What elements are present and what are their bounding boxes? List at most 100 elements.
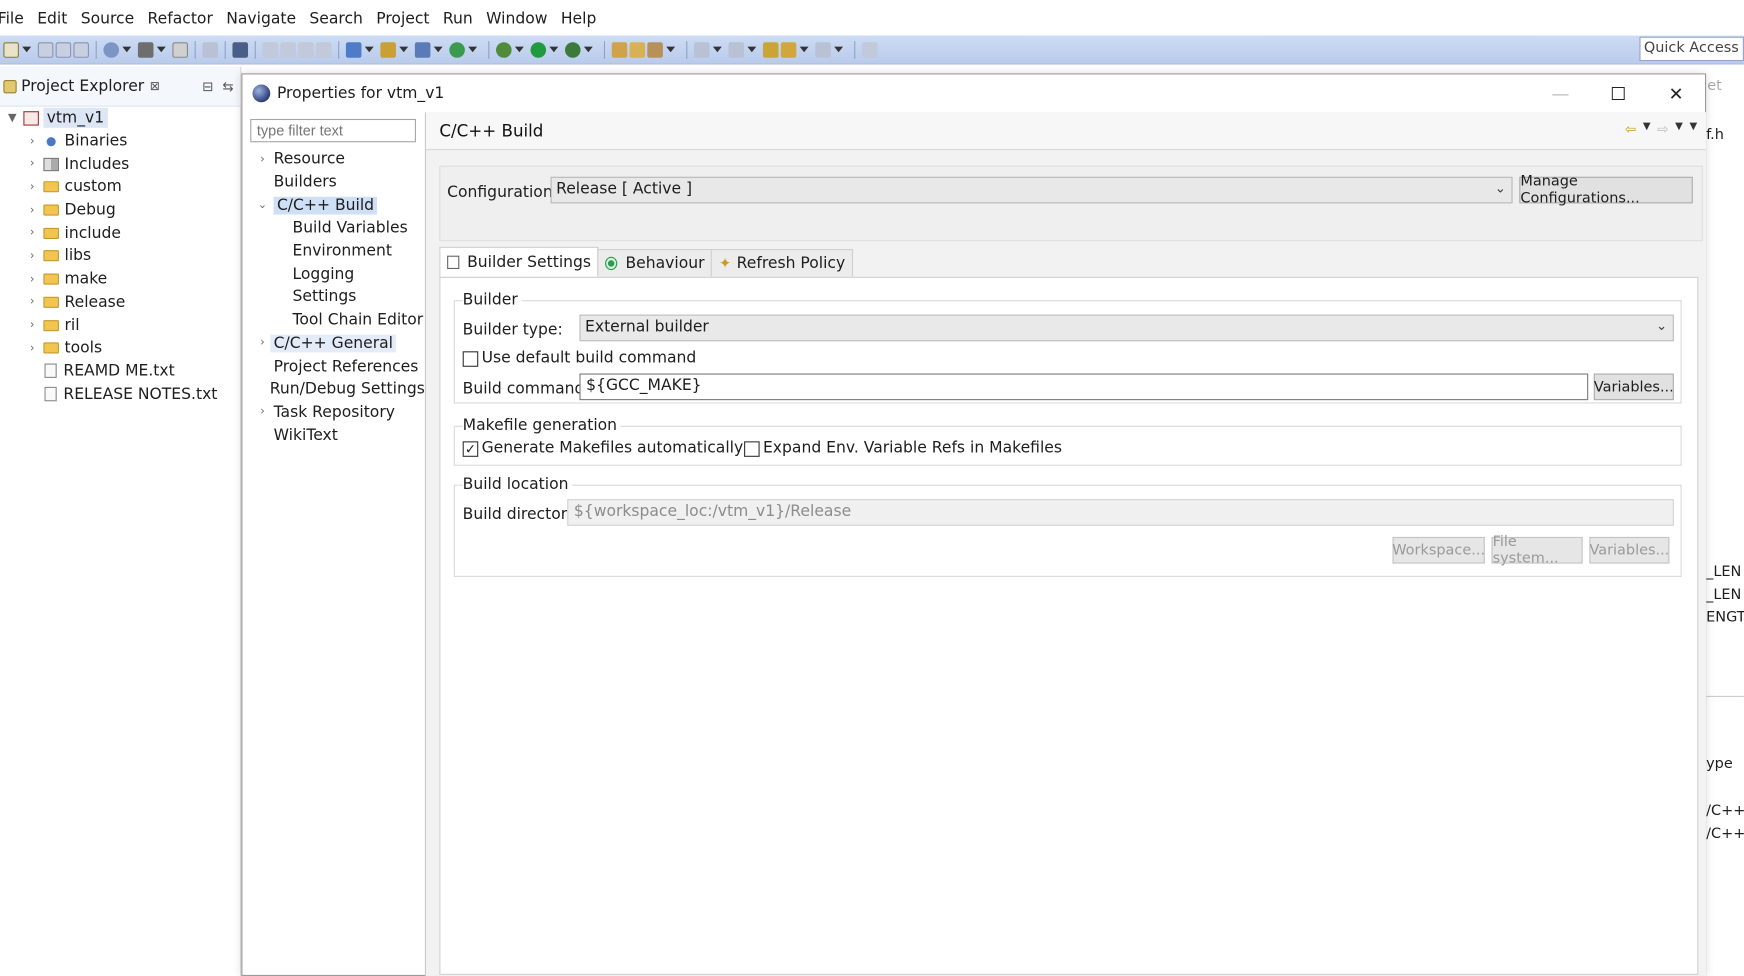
- quick-access-input[interactable]: Quick Access: [1639, 36, 1744, 62]
- new-c-project-dropdown-icon[interactable]: [364, 46, 374, 53]
- binary-icon[interactable]: [172, 41, 188, 58]
- tab-refresh-policy[interactable]: ✦ Refresh Policy: [711, 248, 853, 277]
- save-icon[interactable]: [37, 41, 54, 58]
- new-class-icon[interactable]: [414, 41, 431, 58]
- menu-help[interactable]: Help: [554, 0, 603, 36]
- collapsed-chevron-icon[interactable]: ›: [255, 406, 271, 418]
- collapsed-chevron-icon[interactable]: ›: [24, 250, 40, 262]
- debug-icon[interactable]: [496, 41, 512, 58]
- menu-window[interactable]: Window: [479, 0, 554, 36]
- view-menu-icon[interactable]: ▼: [1690, 121, 1698, 137]
- save-all-icon[interactable]: [55, 41, 72, 58]
- collapsed-chevron-icon[interactable]: ›: [24, 227, 40, 239]
- open-type-icon[interactable]: [611, 41, 628, 58]
- nav-item-settings[interactable]: Settings: [242, 286, 424, 309]
- tree-item-folder[interactable]: › ril: [0, 314, 240, 337]
- new-c-project-icon[interactable]: [345, 41, 362, 58]
- expand-env-refs-checkbox[interactable]: [744, 441, 760, 457]
- menu-refactor[interactable]: Refactor: [141, 0, 220, 36]
- menu-source[interactable]: Source: [74, 0, 141, 36]
- pen-icon[interactable]: [262, 41, 279, 58]
- minimize-icon[interactable]: —: [1531, 74, 1589, 112]
- nav-item-build-variables[interactable]: Build Variables: [242, 217, 424, 240]
- nav-item-logging[interactable]: Logging: [242, 263, 424, 286]
- project-explorer-tab[interactable]: Project Explorer ⊠: [2, 77, 160, 95]
- nav-item-resource[interactable]: › Resource: [242, 148, 424, 171]
- print-icon[interactable]: [73, 41, 89, 58]
- collapse-all-icon[interactable]: ⊟: [202, 78, 213, 94]
- nav-item-cgeneral[interactable]: › C/C++ General: [242, 332, 424, 355]
- mark-icon[interactable]: [280, 41, 296, 58]
- close-view-icon[interactable]: ⊠: [150, 79, 160, 93]
- collapsed-chevron-icon[interactable]: ›: [24, 342, 40, 354]
- generate-makefiles-checkbox[interactable]: ✓: [462, 441, 479, 457]
- collapsed-chevron-icon[interactable]: ›: [24, 319, 40, 331]
- configuration-select[interactable]: Release [ Active ] ⌄: [550, 176, 1513, 204]
- menu-file[interactable]: File: [0, 0, 31, 36]
- run-dropdown-icon[interactable]: [549, 46, 559, 53]
- tree-item-folder[interactable]: › custom: [0, 176, 240, 199]
- hammer-icon[interactable]: [137, 41, 154, 58]
- builder-type-select[interactable]: External builder ⌄: [579, 314, 1674, 342]
- back-arrow-icon[interactable]: ⇦: [1625, 121, 1636, 137]
- build-command-input[interactable]: ${GCC_MAKE}: [579, 373, 1589, 401]
- external-tools-dropdown-icon[interactable]: [583, 46, 593, 53]
- nav-item-builders[interactable]: › Builders: [242, 171, 424, 194]
- tree-item-inc[interactable]: › Includes: [0, 153, 240, 176]
- nav-item-environment[interactable]: Environment: [242, 240, 424, 263]
- back-dropdown-icon[interactable]: ▼: [1643, 121, 1651, 137]
- build-config-dropdown-icon[interactable]: [122, 46, 132, 53]
- run-icon[interactable]: [530, 41, 547, 58]
- prev-annotation-dropdown-icon[interactable]: [747, 46, 757, 53]
- next-annotation-dropdown-icon[interactable]: [712, 46, 722, 53]
- back-dropdown-icon[interactable]: [799, 46, 809, 53]
- forward-arrow-icon[interactable]: ⇨: [1657, 121, 1668, 137]
- use-default-command-checkbox[interactable]: [462, 351, 479, 367]
- tree-item-folder[interactable]: › Debug: [0, 199, 240, 222]
- refresh-icon[interactable]: [449, 41, 465, 58]
- tab-behaviour[interactable]: Behaviour: [597, 248, 713, 277]
- collapsed-chevron-icon[interactable]: ›: [24, 181, 40, 193]
- close-icon[interactable]: ✕: [1647, 74, 1705, 112]
- collapsed-chevron-icon[interactable]: ›: [24, 273, 40, 285]
- back-icon[interactable]: [780, 41, 797, 58]
- refresh-dropdown-icon[interactable]: [468, 46, 478, 53]
- forward-icon[interactable]: [815, 41, 831, 58]
- debug-disabled-icon[interactable]: [202, 41, 218, 58]
- tree-root-row[interactable]: ▼ vtm_v1: [0, 107, 240, 130]
- collapsed-chevron-icon[interactable]: ›: [24, 158, 40, 170]
- new-icon[interactable]: [3, 41, 19, 58]
- build-dropdown-icon[interactable]: [156, 46, 166, 53]
- next-annotation-icon[interactable]: [694, 41, 710, 58]
- menu-search[interactable]: Search: [303, 0, 370, 36]
- expanded-chevron-icon[interactable]: ▼: [4, 112, 20, 124]
- file-system-button[interactable]: File system...: [1491, 534, 1583, 567]
- build-config-icon[interactable]: [103, 41, 120, 58]
- search-tool-icon[interactable]: [647, 41, 663, 58]
- nav-item-tool-chain-editor[interactable]: Tool Chain Editor: [242, 309, 424, 332]
- open-folder-icon[interactable]: [629, 41, 646, 58]
- tree-item-folder[interactable]: › libs: [0, 245, 240, 268]
- nav-item-project-references[interactable]: › Project References: [242, 355, 424, 378]
- nav-item-cbuild[interactable]: ⌄ C/C++ Build: [242, 194, 424, 217]
- location-variables-button[interactable]: Variables...: [1589, 536, 1670, 564]
- external-tools-icon[interactable]: [564, 41, 581, 58]
- tree-item-bin[interactable]: › Binaries: [0, 130, 240, 153]
- tree-item-folder[interactable]: › tools: [0, 337, 240, 360]
- build-directory-input[interactable]: ${workspace_loc:/vtm_v1}/Release: [567, 499, 1674, 526]
- menu-run[interactable]: Run: [436, 0, 479, 36]
- tree-item-file[interactable]: ›RELEASE NOTES.txt: [0, 383, 240, 406]
- nav-item-task-repository[interactable]: › Task Repository: [242, 401, 424, 424]
- collapsed-chevron-icon[interactable]: ›: [24, 204, 40, 216]
- forward-dropdown-icon[interactable]: [834, 46, 844, 53]
- menu-navigate[interactable]: Navigate: [220, 0, 303, 36]
- filter-input[interactable]: [250, 118, 416, 143]
- collapsed-chevron-icon[interactable]: ›: [255, 153, 271, 165]
- collapsed-chevron-icon[interactable]: ›: [24, 135, 40, 147]
- nav-item-wikitext[interactable]: › WikiText: [242, 424, 424, 447]
- search-tool-dropdown-icon[interactable]: [666, 46, 676, 53]
- manage-configurations-button[interactable]: Manage Configurations...: [1519, 173, 1693, 207]
- new-class-dropdown-icon[interactable]: [433, 46, 443, 53]
- link-with-editor-icon[interactable]: ⇆: [222, 78, 233, 94]
- prev-annotation-icon[interactable]: [728, 41, 745, 58]
